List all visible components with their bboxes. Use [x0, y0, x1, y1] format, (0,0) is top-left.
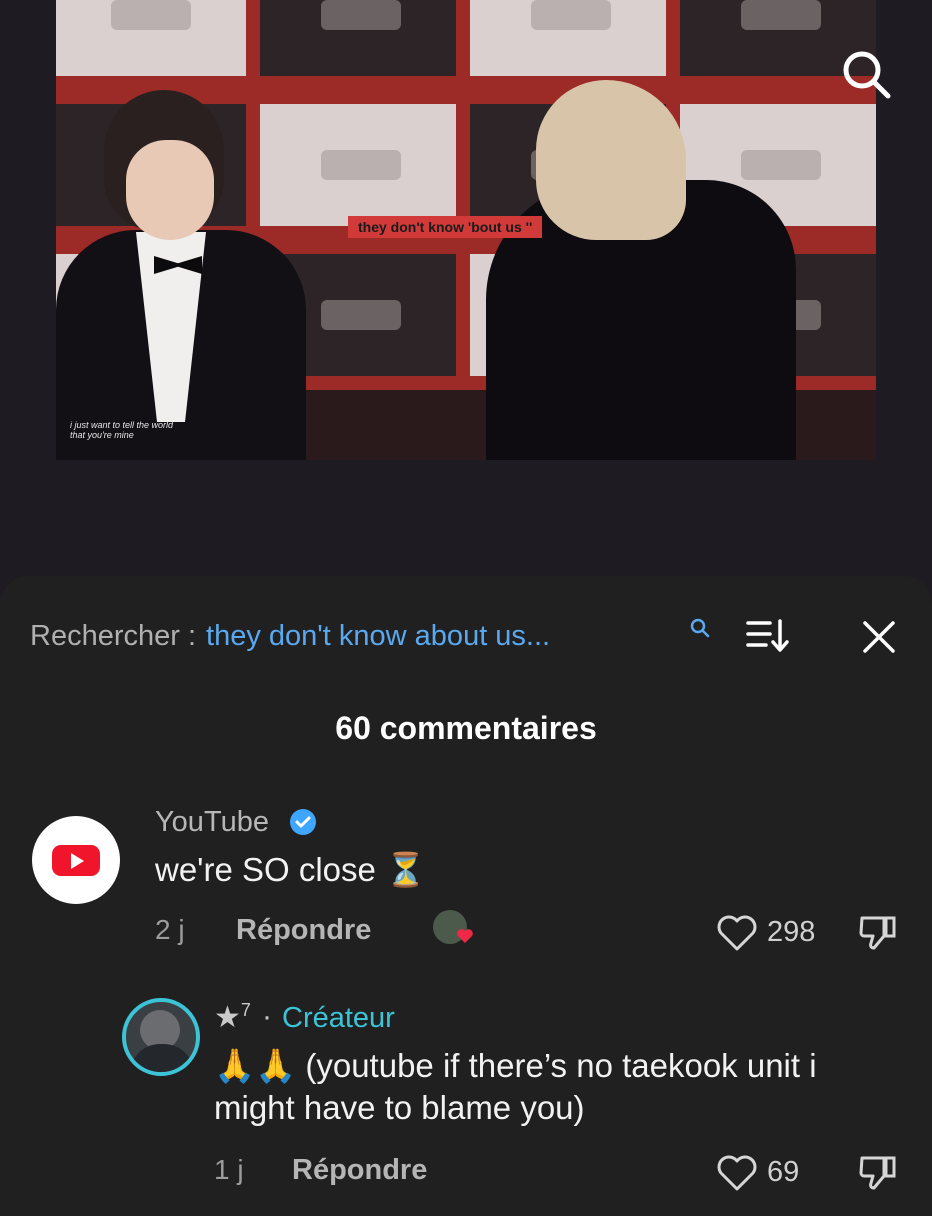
video-player[interactable]: they don't know 'bout us '' i just want … [56, 0, 876, 460]
small-search-icon[interactable] [688, 616, 712, 640]
like-icon[interactable] [716, 914, 758, 957]
comment-time: 1 j [214, 1154, 244, 1185]
search-query[interactable]: they don't know about us... [206, 620, 550, 653]
comment-author[interactable]: ★7 [214, 1000, 251, 1035]
dislike-icon[interactable] [856, 1152, 900, 1197]
creator-badge: Créateur [282, 1002, 395, 1034]
like-count: 298 [767, 916, 816, 948]
comments-panel: Rechercher : they don't know about us...… [0, 576, 932, 1216]
comment-search-bar[interactable]: Rechercher : they don't know about us... [30, 616, 550, 656]
close-icon[interactable] [860, 618, 898, 656]
like-count: 69 [767, 1156, 800, 1188]
search-icon[interactable] [836, 44, 896, 104]
comment-text: 🙏🙏 (youtube if there’s no taekook unit i… [214, 1047, 817, 1126]
search-label: Rechercher : [30, 619, 197, 652]
dislike-icon[interactable] [856, 912, 900, 957]
heart-badge-icon [456, 928, 474, 944]
comment-author[interactable]: YouTube [155, 806, 269, 839]
video-subtitle: i just want to tell the world that you'r… [70, 420, 174, 440]
like-icon[interactable] [716, 1154, 758, 1197]
reply-button[interactable]: Répondre [292, 1154, 427, 1187]
sort-icon[interactable] [744, 618, 792, 654]
youtube-logo-icon[interactable] [32, 816, 120, 904]
creator-avatar[interactable] [122, 998, 200, 1076]
comment-count-title: 60 commentaires [335, 710, 597, 746]
video-caption: they don't know 'bout us '' [348, 216, 543, 238]
comment-time: 2 j [155, 914, 185, 945]
author-separator: · [262, 1000, 272, 1033]
verified-icon [290, 809, 316, 835]
comment-text: we're SO close ⏳ [155, 851, 427, 888]
reply-button[interactable]: Répondre [236, 914, 371, 947]
